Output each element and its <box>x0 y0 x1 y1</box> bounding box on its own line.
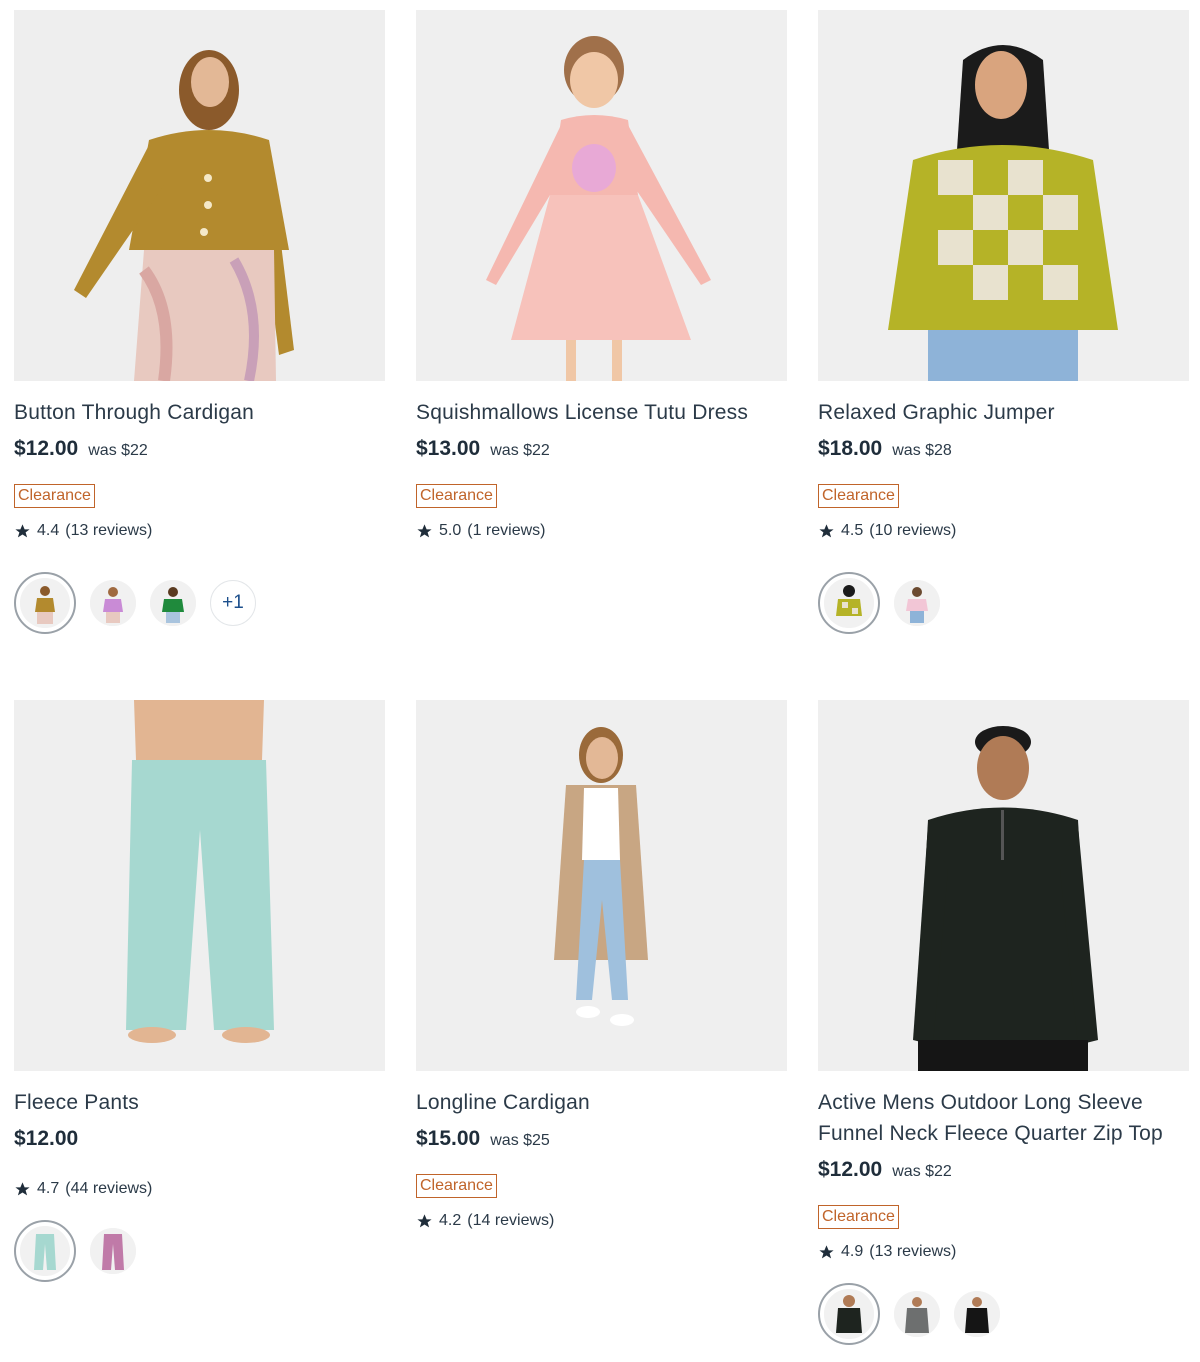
rating: 4.2 (14 reviews) <box>416 1211 788 1231</box>
product-title-line-1: Active Mens Outdoor Long Sleeve <box>818 1091 1143 1114</box>
current-price: $12.00 <box>14 1127 79 1150</box>
review-count[interactable]: (10 reviews) <box>869 522 956 540</box>
price-row: $13.00 was $22 <box>416 437 788 463</box>
star-icon <box>417 1213 432 1227</box>
product-card[interactable]: Longline Cardigan $15.00 was $25 Clearan… <box>416 700 788 1231</box>
product-grid: Button Through Cardigan $12.00 was $22 C… <box>0 0 1200 1362</box>
product-card[interactable]: Squishmallows License Tutu Dress $13.00 … <box>416 10 788 541</box>
rating-value: 4.4 <box>37 522 60 539</box>
current-price: $12.00 <box>14 437 79 460</box>
was-price: was $22 <box>490 442 550 459</box>
clearance-badge: Clearance <box>416 1174 497 1198</box>
current-price: $15.00 <box>416 1127 481 1150</box>
was-price: was $22 <box>88 442 148 459</box>
swatch-selected[interactable] <box>818 1283 880 1345</box>
product-image[interactable] <box>416 10 787 381</box>
product-photo-checker-jumper <box>818 10 1189 381</box>
rating-value: 4.9 <box>841 1243 864 1260</box>
swatch-chartreuse-thumbnail <box>824 578 874 628</box>
current-price: $13.00 <box>416 437 481 460</box>
star-icon <box>15 523 30 537</box>
swatch-grey[interactable] <box>894 1291 940 1337</box>
swatch-grey-thumbnail <box>894 1291 940 1337</box>
product-image[interactable] <box>14 700 385 1071</box>
price-row: $15.00 was $25 <box>416 1127 788 1153</box>
product-card[interactable]: Button Through Cardigan $12.00 was $22 C… <box>14 10 386 634</box>
swatch-selected[interactable] <box>818 572 880 634</box>
was-price: was $25 <box>490 1132 550 1149</box>
clearance-badge: Clearance <box>818 1205 899 1229</box>
rating: 4.4 (13 reviews) <box>14 521 386 541</box>
product-title[interactable]: Squishmallows License Tutu Dress <box>416 397 788 428</box>
review-count[interactable]: (13 reviews) <box>869 1243 956 1261</box>
product-photo-fleece-quarter-zip <box>818 700 1189 1071</box>
star-icon <box>15 1181 30 1195</box>
product-photo-tutu-dress <box>416 10 787 381</box>
swatch-selected[interactable] <box>14 1220 76 1282</box>
product-card[interactable]: Fleece Pants $12.00 4.7 (44 reviews) <box>14 700 386 1282</box>
product-card[interactable]: Relaxed Graphic Jumper $18.00 was $28 Cl… <box>818 10 1190 634</box>
product-title[interactable]: Button Through Cardigan <box>14 397 386 428</box>
product-title[interactable]: Active Mens Outdoor Long Sleeve Funnel N… <box>818 1087 1190 1149</box>
swatch-mauve-thumbnail <box>90 1228 136 1274</box>
swatch-lilac[interactable] <box>90 580 136 626</box>
swatch-mustard-thumbnail <box>20 578 70 628</box>
product-photo-longline-cardigan <box>416 700 787 1071</box>
product-image[interactable] <box>818 10 1189 381</box>
review-count[interactable]: (14 reviews) <box>467 1212 554 1230</box>
swatch-pink[interactable] <box>894 580 940 626</box>
product-title[interactable]: Fleece Pants <box>14 1087 386 1118</box>
rating-value: 4.5 <box>841 522 864 539</box>
star-icon <box>819 523 834 537</box>
price-row: $12.00 was $22 <box>818 1158 1190 1184</box>
swatch-pink-thumbnail <box>894 580 940 626</box>
color-swatches <box>818 1283 1190 1345</box>
star-icon <box>417 523 432 537</box>
swatch-mint-thumbnail <box>20 1226 70 1276</box>
swatch-black-thumbnail <box>824 1289 874 1339</box>
rating: 4.7 (44 reviews) <box>14 1179 386 1199</box>
swatch-green-thumbnail <box>150 580 196 626</box>
product-image[interactable] <box>14 10 385 381</box>
swatch-mauve[interactable] <box>90 1228 136 1274</box>
rating: 4.9 (13 reviews) <box>818 1242 1190 1262</box>
star-icon <box>819 1244 834 1258</box>
product-title-line-2: Funnel Neck Fleece Quarter Zip Top <box>818 1122 1163 1145</box>
price-row: $12.00 was $22 <box>14 437 386 463</box>
review-count[interactable]: (13 reviews) <box>65 522 152 540</box>
rating-value: 4.2 <box>439 1212 462 1229</box>
current-price: $12.00 <box>818 1158 883 1181</box>
swatch-dark[interactable] <box>954 1291 1000 1337</box>
color-swatches <box>818 572 1190 634</box>
product-image[interactable] <box>818 700 1189 1071</box>
swatch-selected[interactable] <box>14 572 76 634</box>
swatch-green[interactable] <box>150 580 196 626</box>
swatch-lilac-thumbnail <box>90 580 136 626</box>
rating: 4.5 (10 reviews) <box>818 521 1190 541</box>
clearance-badge: Clearance <box>14 484 95 508</box>
current-price: $18.00 <box>818 437 883 460</box>
swatch-dark-thumbnail <box>954 1291 1000 1337</box>
clearance-badge: Clearance <box>416 484 497 508</box>
clearance-badge: Clearance <box>818 484 899 508</box>
more-colors-button[interactable]: +1 <box>210 580 256 626</box>
product-card[interactable]: Active Mens Outdoor Long Sleeve Funnel N… <box>818 700 1190 1345</box>
was-price: was $22 <box>892 1163 952 1180</box>
product-photo-fleece-pants <box>14 700 385 1071</box>
product-title[interactable]: Longline Cardigan <box>416 1087 788 1118</box>
rating-value: 5.0 <box>439 522 462 539</box>
product-photo-cardigan <box>14 10 385 381</box>
product-title[interactable]: Relaxed Graphic Jumper <box>818 397 1190 428</box>
review-count[interactable]: (44 reviews) <box>65 1180 152 1198</box>
review-count[interactable]: (1 reviews) <box>467 522 545 540</box>
price-row: $18.00 was $28 <box>818 437 1190 463</box>
product-image[interactable] <box>416 700 787 1071</box>
was-price: was $28 <box>892 442 952 459</box>
price-row: $12.00 <box>14 1127 386 1153</box>
rating-value: 4.7 <box>37 1180 60 1197</box>
rating: 5.0 (1 reviews) <box>416 521 788 541</box>
color-swatches <box>14 1220 386 1282</box>
color-swatches: +1 <box>14 572 386 634</box>
